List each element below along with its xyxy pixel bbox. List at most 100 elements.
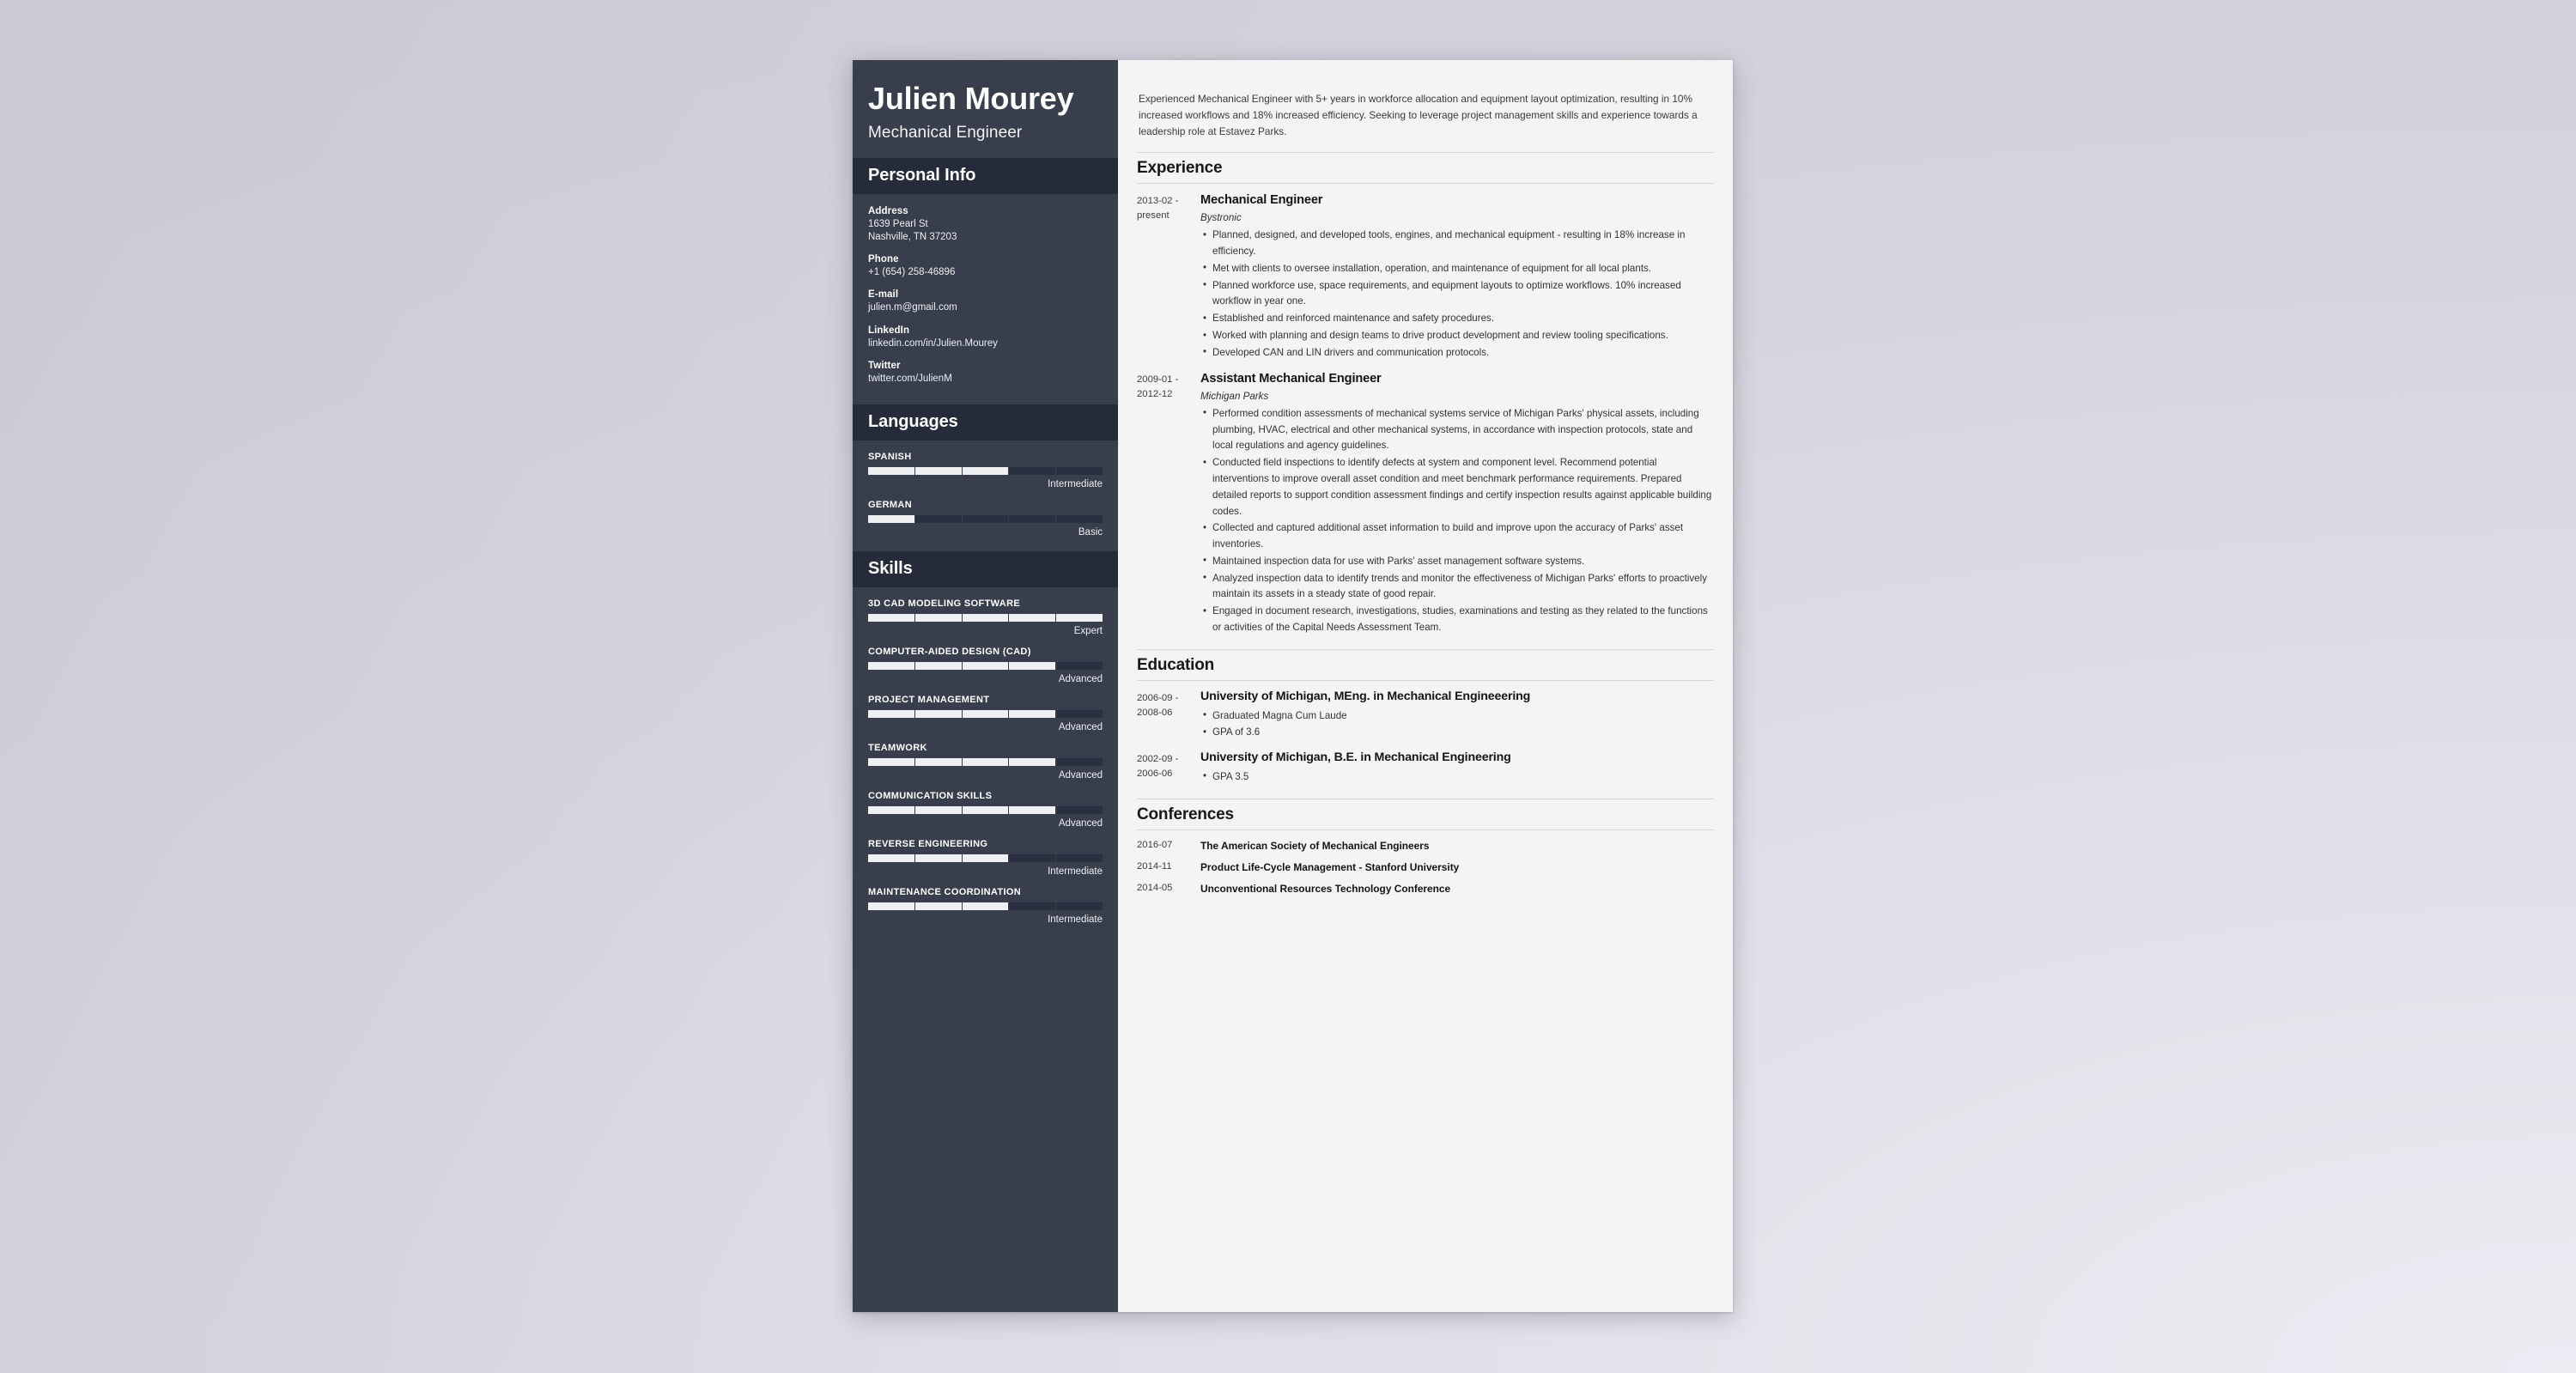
language-item-label: SPANISH [868, 452, 912, 463]
personal-info-value: julien.m@gmail.com [868, 302, 957, 313]
meter-segment [963, 515, 1010, 524]
personal-info-label: LinkedIn [868, 325, 910, 336]
skill-item-label: 3D CAD MODELING SOFTWARE [868, 598, 1021, 610]
entry-organization: Michigan Parks [1200, 390, 1269, 402]
entry-bullet: Collected and captured additional asset … [1203, 520, 1714, 553]
entry-body: University of Michigan, B.E. in Mechanic… [1194, 750, 1714, 787]
meter-segment [1056, 662, 1103, 670]
personal-info-item: Twitter twitter.com/JulienM [868, 361, 1103, 386]
meter-segment [868, 467, 915, 476]
meter-segment [868, 806, 915, 815]
entry-bullet: Met with clients to oversee installation… [1203, 260, 1714, 277]
meter-segment [868, 854, 915, 863]
education-section: Education 2006-09 - 2008-06 University of… [1137, 648, 1714, 787]
section-header-experience: Experience [1137, 152, 1714, 185]
entry-bullet: Conducted field inspections to identify … [1203, 455, 1714, 519]
meter-segment [962, 614, 1010, 623]
meter-segment [962, 902, 1010, 911]
meter-segment [915, 515, 963, 524]
professional-summary: Experienced Mechanical Engineer with 5+ … [1139, 92, 1698, 138]
entry-title: Assistant Mechanical Engineer [1200, 371, 1382, 386]
meter-segment [1056, 902, 1103, 910]
skill-item-level: Advanced [1058, 770, 1103, 781]
personal-info-item: Address 1639 Pearl St Nashville, TN 37203 [868, 206, 1103, 245]
meter-segment [868, 662, 915, 671]
entry-bullet: Developed CAN and LIN drivers and commun… [1203, 344, 1714, 361]
personal-info-value: linkedin.com/in/Julien.Mourey [868, 337, 998, 349]
skill-item-label: PROJECT MANAGEMENT [868, 695, 990, 706]
meter-segment [1056, 854, 1103, 862]
meter-segment [914, 467, 963, 476]
skills-list: 3D CAD MODELING SOFTWARE Expert COMPUTER-A… [853, 587, 1118, 939]
conference-name: The American Society of Mechanical Engin… [1200, 839, 1430, 852]
language-item-label: GERMAN [868, 500, 912, 511]
skill-item: COMPUTER-AIDED DESIGN (CAD) Advanced [868, 647, 1103, 684]
entry-bullet: Worked with planning and design teams to… [1203, 328, 1714, 344]
meter-segment [868, 758, 915, 767]
entry-bullet: Graduated Magna Cum Laude [1203, 708, 1714, 725]
skill-item: MAINTENANCE COORDINATION Intermediate [868, 887, 1103, 925]
section-header-languages: Languages [853, 404, 1118, 441]
skill-item: PROJECT MANAGEMENT Advanced [868, 695, 1103, 732]
skill-item: 3D CAD MODELING SOFTWARE Expert [868, 598, 1103, 636]
skill-item-level: Intermediate [1048, 914, 1103, 926]
skill-item-bar [868, 662, 1103, 671]
meter-segment [914, 854, 963, 863]
meter-segment [1009, 614, 1057, 623]
entry-organization: Bystronic [1200, 212, 1242, 224]
entry-bullet: Performed condition assessments of mecha… [1203, 405, 1714, 454]
entry-bullet-list: Performed condition assessments of mecha… [1200, 405, 1714, 636]
skill-item-bar [868, 710, 1103, 719]
skill-item-label: REVERSE ENGINEERING [868, 839, 988, 850]
meter-segment [1056, 710, 1103, 718]
personal-info-label: Address [868, 205, 908, 216]
meter-segment [1056, 614, 1103, 623]
meter-segment [1056, 467, 1103, 475]
meter-segment [962, 758, 1010, 767]
skill-item: REVERSE ENGINEERING Intermediate [868, 839, 1103, 877]
entry-bullet: GPA of 3.6 [1203, 725, 1714, 741]
conference-name: Product Life-Cycle Management - Stanford… [1200, 860, 1460, 873]
skill-item-label: TEAMWORK [868, 743, 927, 754]
meter-segment [1009, 854, 1057, 863]
conference-row: 2014-05 Unconventional Resources Technolo… [1137, 873, 1714, 895]
language-item-level: Basic [1078, 527, 1103, 538]
meter-segment [1009, 515, 1057, 524]
skill-item: COMMUNICATION SKILLS Advanced [868, 791, 1103, 829]
meter-segment [1009, 710, 1057, 719]
meter-segment [914, 614, 963, 623]
meter-segment [914, 902, 963, 911]
skill-item-bar [868, 806, 1103, 815]
entry-bullet-list: GPA 3.5 [1200, 769, 1714, 786]
meter-segment [1009, 467, 1057, 476]
personal-info-item: Phone +1 (654) 258-46896 [868, 254, 1103, 279]
meter-segment [1009, 662, 1057, 671]
meter-segment [1009, 758, 1057, 767]
language-item-level: Intermediate [1048, 479, 1103, 490]
skill-item-bar [868, 614, 1103, 623]
skill-item-level: Advanced [1058, 674, 1103, 685]
conference-date: 2014-11 [1137, 860, 1172, 872]
conference-date: 2016-07 [1137, 839, 1173, 850]
entry: 2009-01 - 2012-12 Assistant Mechanical En… [1137, 362, 1714, 637]
meter-segment [962, 854, 1010, 863]
entry-title: University of Michigan, MEng. in Mechani… [1200, 689, 1531, 703]
conference-name: Unconventional Resources Technology Conf… [1200, 882, 1451, 895]
skill-item-level: Advanced [1058, 722, 1103, 733]
language-item-bar [868, 467, 1103, 476]
skill-item-bar [868, 854, 1103, 863]
meter-segment [962, 806, 1010, 815]
conference-row: 2016-07 The American Society of Mechanica… [1137, 830, 1714, 852]
skill-item-label: COMPUTER-AIDED DESIGN (CAD) [868, 647, 1031, 658]
language-item: SPANISH Intermediate [868, 452, 1103, 489]
meter-segment [962, 662, 1010, 671]
candidate-name: Julien Mourey [868, 81, 1074, 116]
entry-bullet: Planned, designed, and developed tools, … [1203, 228, 1714, 260]
education-entries: 2006-09 - 2008-06 University of Michigan,… [1137, 681, 1714, 787]
skill-item-level: Advanced [1058, 818, 1103, 829]
conference-entries: 2016-07 The American Society of Mechanica… [1137, 830, 1714, 895]
entry-body: Mechanical Engineer Bystronic Planned, des… [1194, 192, 1714, 361]
entry-bullet: Maintained inspection data for use with … [1203, 553, 1714, 570]
resume-sidebar: Julien Mourey Mechanical Engineer Person… [853, 60, 1118, 1312]
section-header-education: Education [1137, 648, 1714, 681]
